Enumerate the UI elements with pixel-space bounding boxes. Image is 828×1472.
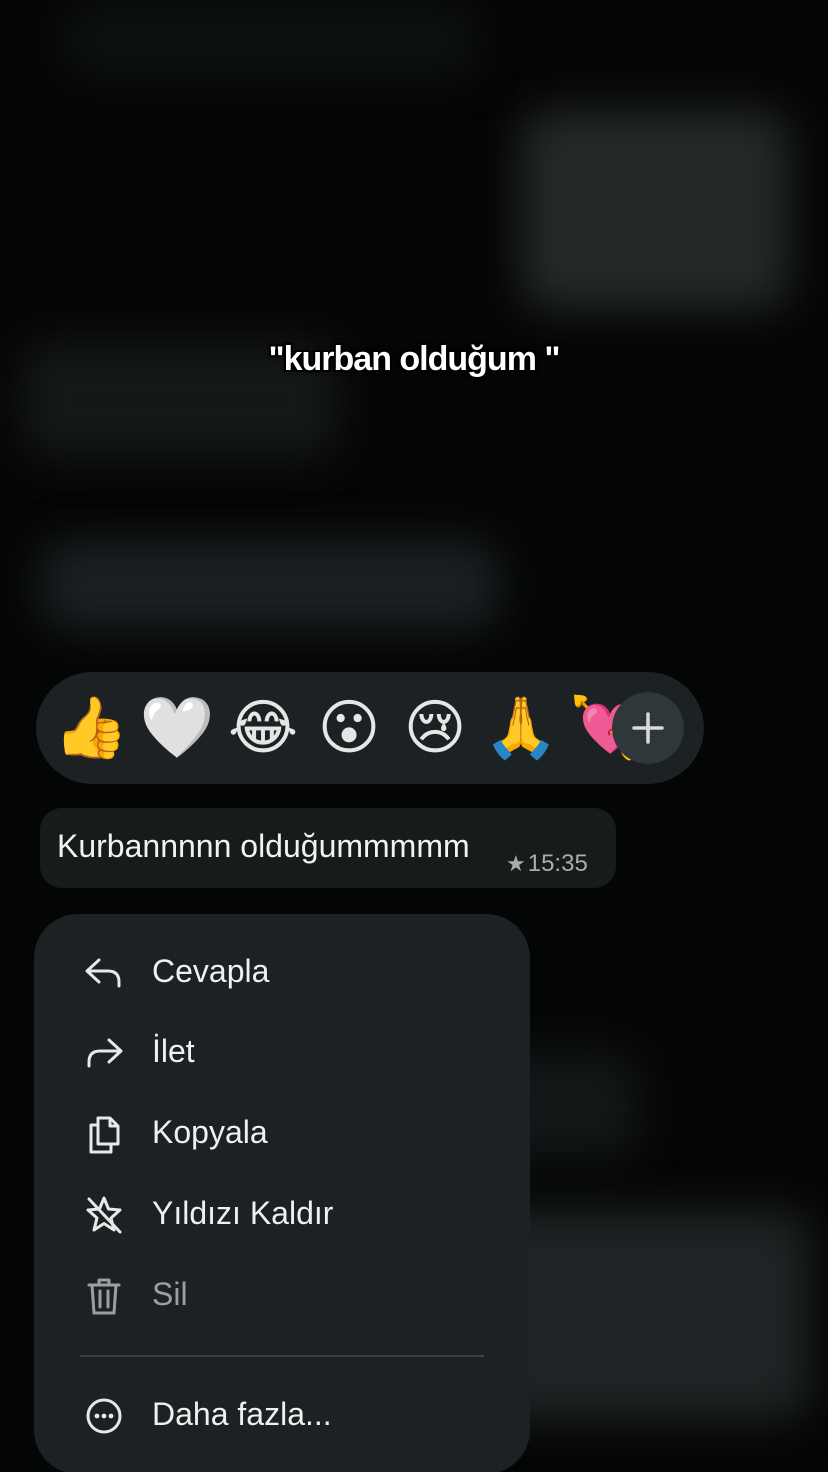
menu-item-copy[interactable]: Kopyala <box>34 1094 530 1174</box>
trash-icon <box>87 1278 121 1315</box>
surprised-face-icon[interactable]: 😮 <box>306 685 392 771</box>
star-icon: ★ <box>506 851 526 876</box>
message-bubble[interactable]: Kurbannnnn olduğummmmm ★ 15:35 <box>40 808 616 888</box>
thumbs-up-icon[interactable]: 👍 <box>48 685 134 771</box>
menu-item-label: İlet <box>152 1033 195 1069</box>
media-caption: "kurban olduğum " <box>268 340 560 378</box>
reply-icon <box>85 958 121 988</box>
blurred-background <box>40 540 500 630</box>
plus-icon <box>632 712 664 744</box>
add-reaction-button[interactable] <box>612 692 684 764</box>
menu-item-unstar[interactable]: Yıldızı Kaldır <box>34 1175 530 1255</box>
more-options-icon <box>86 1398 122 1434</box>
message-meta: ★ 15:35 <box>506 850 588 878</box>
menu-item-label: Daha fazla... <box>152 1396 332 1432</box>
praying-hands-icon[interactable]: 🙏 <box>478 685 564 771</box>
blurred-background <box>520 110 790 310</box>
unstar-icon <box>86 1196 122 1234</box>
forward-icon <box>87 1038 123 1068</box>
menu-item-label: Sil <box>152 1276 188 1312</box>
menu-item-more[interactable]: Daha fazla... <box>34 1376 530 1456</box>
menu-divider <box>80 1355 484 1357</box>
message-text: Kurbannnnn olduğummmmm <box>57 828 470 864</box>
heart-icon[interactable]: 🤍 <box>134 685 220 771</box>
menu-item-label: Cevapla <box>152 953 270 989</box>
copy-icon <box>89 1116 120 1154</box>
menu-item-forward[interactable]: İlet <box>34 1013 530 1093</box>
message-context-menu: Cevapla İlet Kopyala Yıldızı Kaldır Sil … <box>34 914 530 1472</box>
chat-screen: "kurban olduğum " 👍 🤍 😂 😮 😢 🙏 💘 Kurbannn… <box>0 0 828 1472</box>
laughing-tears-icon[interactable]: 😂 <box>220 685 306 771</box>
message-time: 15:35 <box>527 850 588 877</box>
menu-item-label: Kopyala <box>152 1114 268 1150</box>
menu-item-label: Yıldızı Kaldır <box>152 1195 334 1231</box>
menu-item-delete[interactable]: Sil <box>34 1256 530 1336</box>
reaction-bar: 👍 🤍 😂 😮 😢 🙏 💘 <box>36 672 704 784</box>
crying-face-icon[interactable]: 😢 <box>392 685 478 771</box>
menu-item-reply[interactable]: Cevapla <box>34 933 530 1013</box>
blurred-background <box>60 0 480 80</box>
